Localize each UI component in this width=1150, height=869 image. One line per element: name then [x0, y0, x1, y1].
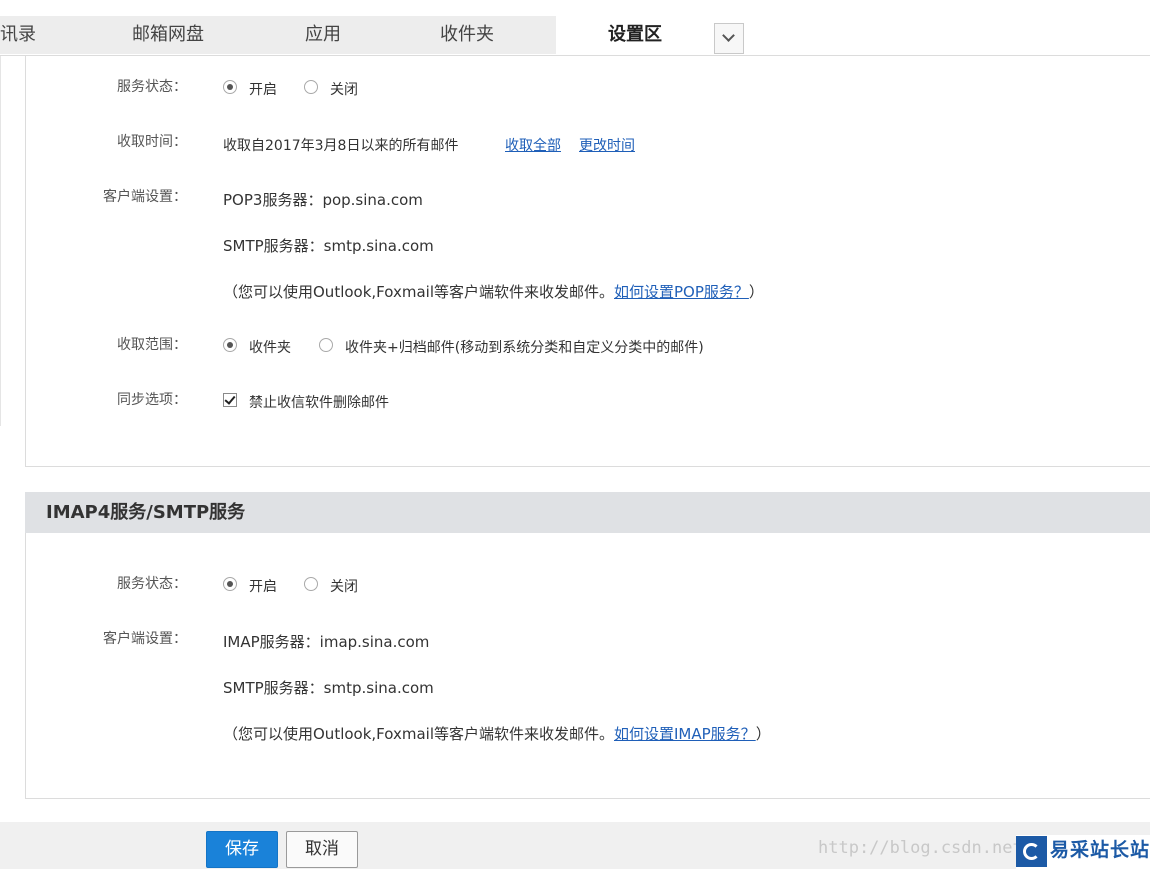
imap-section-title: IMAP4服务/SMTP服务: [46, 502, 246, 523]
cancel-button[interactable]: 取消: [286, 831, 358, 868]
fetch-time-label: 收取时间：: [117, 134, 187, 150]
watermark-text: http://blog.csdn.net: [818, 838, 1023, 858]
outer-border: [0, 56, 1, 426]
pop-status-off-label[interactable]: 关闭: [330, 79, 358, 99]
sync-label: 同步选项：: [117, 392, 187, 408]
scope-inbox-radio[interactable]: [223, 338, 237, 352]
imap-status-on-radio[interactable]: [223, 577, 237, 591]
imap-status-label: 服务状态：: [117, 576, 187, 592]
sync-checkbox[interactable]: [223, 393, 237, 407]
site-logo: 易采站长站: [1016, 835, 1150, 869]
top-tab-bar: 讯录 邮箱网盘 应用 收件夹 设置区: [0, 16, 1150, 56]
imap-status-off-label[interactable]: 关闭: [330, 576, 358, 596]
change-time-link[interactable]: 更改时间: [579, 135, 635, 155]
tab-expand-button[interactable]: [714, 23, 744, 54]
pop-status-on-label[interactable]: 开启: [249, 79, 277, 99]
logo-text: 易采站长站: [1050, 839, 1150, 861]
imap-hint-prefix: （您可以使用Outlook,Foxmail等客户端软件来收发邮件。: [223, 725, 614, 743]
pop-panel-bottom: [25, 466, 1150, 467]
pop-smtp-server-text: SMTP服务器：smtp.sina.com: [223, 237, 434, 255]
imap-hint-suffix: ）: [755, 725, 771, 743]
imap-status-on-label[interactable]: 开启: [249, 576, 277, 596]
imap-client-label: 客户端设置：: [103, 631, 187, 647]
tab-inbox[interactable]: 收件夹: [378, 16, 556, 54]
imap-panel-bottom: [25, 798, 1150, 799]
scope-archive-label[interactable]: 收件夹+归档邮件(移动到系统分类和自定义分类中的邮件): [345, 337, 704, 357]
pop-status-off-radio[interactable]: [304, 80, 318, 94]
imap-status-off-radio[interactable]: [304, 577, 318, 591]
pop-hint: （您可以使用Outlook,Foxmail等客户端软件来收发邮件。如何设置POP…: [223, 281, 764, 302]
chevron-down-icon: [722, 29, 735, 42]
tab-contacts[interactable]: 讯录: [0, 16, 68, 54]
pop3-server-text: POP3服务器：pop.sina.com: [223, 191, 423, 209]
scope-archive-radio[interactable]: [319, 338, 333, 352]
save-button[interactable]: 保存: [206, 831, 278, 868]
tab-settings[interactable]: 设置区: [556, 16, 714, 55]
scope-label: 收取范围：: [117, 337, 187, 353]
logo-icon: [1016, 836, 1047, 867]
imap-help-link[interactable]: 如何设置IMAP服务？: [614, 725, 756, 743]
pop-status-label: 服务状态：: [117, 79, 187, 95]
tab-apps[interactable]: 应用: [268, 16, 378, 54]
imap-smtp-server-text: SMTP服务器：smtp.sina.com: [223, 679, 434, 697]
pop-hint-suffix: ）: [748, 283, 764, 301]
imap-section-header: IMAP4服务/SMTP服务: [25, 492, 1150, 533]
scope-inbox-label[interactable]: 收件夹: [249, 337, 291, 357]
fetch-time-text: 收取自2017年3月8日以来的所有邮件: [223, 138, 459, 154]
imap-server-text: IMAP服务器：imap.sina.com: [223, 633, 430, 651]
pop-client-label: 客户端设置：: [103, 189, 187, 205]
tab-netdisk[interactable]: 邮箱网盘: [68, 16, 268, 54]
pop-help-link[interactable]: 如何设置POP服务？: [614, 283, 749, 301]
fetch-all-link[interactable]: 收取全部: [505, 135, 561, 155]
pop-status-on-radio[interactable]: [223, 80, 237, 94]
sync-option-label[interactable]: 禁止收信软件删除邮件: [249, 392, 389, 412]
pop-hint-prefix: （您可以使用Outlook,Foxmail等客户端软件来收发邮件。: [223, 283, 614, 301]
imap-hint: （您可以使用Outlook,Foxmail等客户端软件来收发邮件。如何设置IMA…: [223, 723, 771, 744]
